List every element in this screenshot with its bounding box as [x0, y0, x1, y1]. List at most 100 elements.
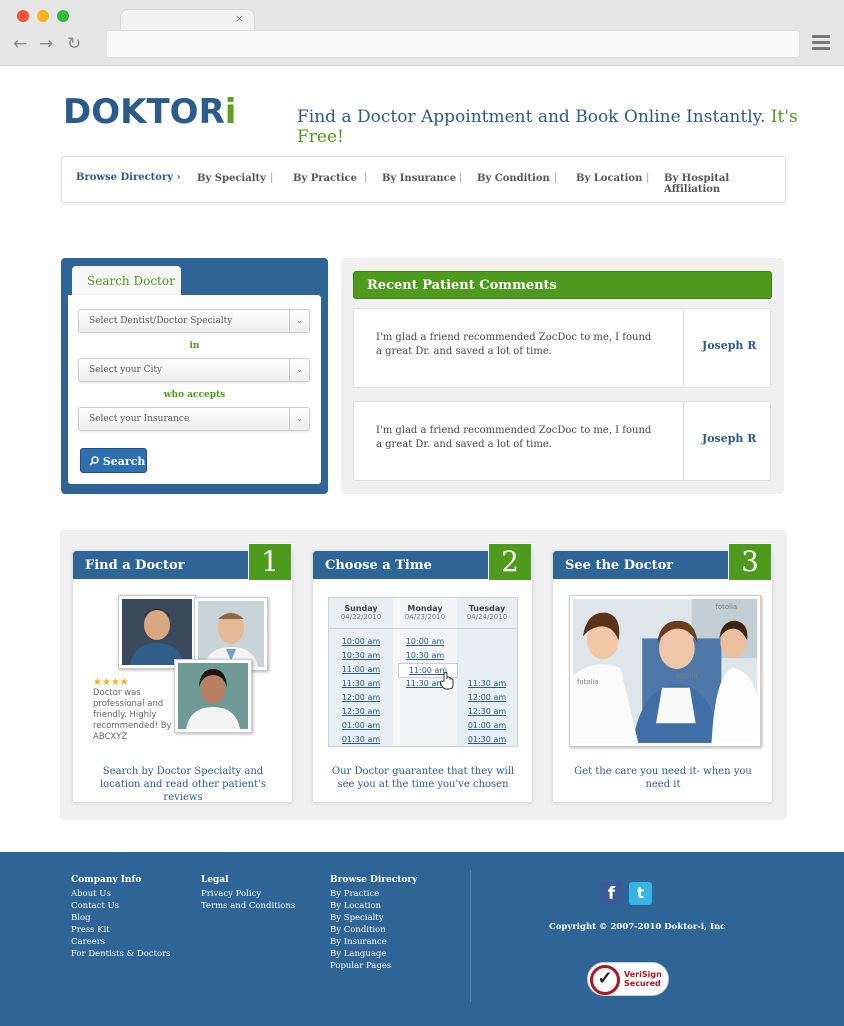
calendar-day: Sunday: [344, 604, 378, 613]
svg-text:fotolia: fotolia: [715, 603, 737, 611]
footer-heading: Legal: [201, 875, 229, 885]
time-slot[interactable]: 01:00 am: [462, 721, 512, 730]
tab-close-icon[interactable]: ×: [235, 12, 244, 25]
back-icon[interactable]: ←: [13, 34, 27, 54]
time-slot[interactable]: 10:30 am: [400, 651, 450, 660]
recent-comments-panel: Recent Patient Comments I'm glad a frien…: [341, 258, 784, 494]
nav-by-condition[interactable]: By Condition: [477, 173, 550, 184]
review-snippet: ★★★★ Doctor was professional and friendl…: [93, 677, 173, 743]
time-slot[interactable]: 11:30 am: [336, 679, 386, 688]
search-icon: [89, 456, 99, 466]
twitter-icon[interactable]: t: [629, 882, 652, 905]
in-label: in: [189, 341, 200, 351]
calendar-date: 04/23/2010: [404, 613, 446, 621]
footer-link-blog[interactable]: Blog: [71, 912, 171, 924]
nav-by-specialty[interactable]: By Specialty: [197, 173, 266, 184]
chevron-down-icon: ⌄: [289, 408, 309, 430]
forward-icon[interactable]: →: [39, 34, 53, 54]
browser-tab[interactable]: ×: [120, 9, 255, 31]
recent-comments-title: Recent Patient Comments: [353, 271, 772, 299]
footer-link-popular-pages[interactable]: Popular Pages: [330, 960, 417, 972]
search-doctor-tab[interactable]: Search Doctor: [72, 266, 181, 296]
nav-separator: |: [646, 172, 650, 183]
step-caption: Search by Doctor Specialty and location …: [99, 766, 267, 803]
divider: [683, 309, 684, 387]
time-slot[interactable]: 10:00 am: [400, 637, 450, 646]
nav-browse-directory[interactable]: Browse Directory ›: [76, 172, 181, 183]
nav-by-location[interactable]: By Location: [576, 173, 642, 184]
how-it-works-section: Find a Doctor 1 ★★★★ Doctor was professi…: [60, 530, 787, 820]
step-number: 3: [728, 543, 772, 581]
close-window-button[interactable]: [17, 10, 29, 22]
comment-item: I'm glad a friend recommended ZocDoc to …: [353, 401, 771, 481]
search-button[interactable]: Search: [80, 448, 147, 473]
nav-by-practice[interactable]: By Practice: [293, 173, 357, 184]
specialty-select[interactable]: Select Dentist/Doctor Specialty ⌄: [78, 309, 310, 333]
calendar-day: Tuesday: [468, 604, 506, 613]
time-slot[interactable]: 12:30 am: [462, 707, 512, 716]
comment-text: I'm glad a friend recommended ZocDoc to …: [376, 332, 652, 357]
city-select[interactable]: Select your City ⌄: [78, 358, 310, 382]
doctor-photo: [174, 659, 252, 733]
footer-divider: [470, 870, 471, 1002]
time-slot[interactable]: 11:30 am: [462, 679, 512, 688]
time-slot[interactable]: 12:30 am: [336, 707, 386, 716]
time-slot[interactable]: 01:30 am: [336, 735, 386, 744]
address-bar[interactable]: [106, 30, 800, 58]
footer-link-careers[interactable]: Careers: [71, 936, 171, 948]
chevron-down-icon: ⌄: [289, 359, 309, 381]
search-form: Select Dentist/Doctor Specialty ⌄ in Sele…: [68, 295, 321, 484]
verisign-badge[interactable]: ✓ VeriSign Secured: [587, 962, 669, 996]
time-slot[interactable]: 12:00 am: [336, 693, 386, 702]
step-caption: Our Doctor guarantee that they will see …: [331, 766, 515, 790]
tagline: Find a Doctor Appointment and Book Onlin…: [297, 107, 798, 147]
footer: Company Info About Us Contact Us Blog Pr…: [0, 852, 844, 1026]
step-card-find-doctor: Find a Doctor 1 ★★★★ Doctor was professi…: [72, 543, 293, 803]
footer-link-contact[interactable]: Contact Us: [71, 900, 171, 912]
svg-text:fotolia: fotolia: [676, 672, 698, 680]
insurance-select[interactable]: Select your Insurance ⌄: [78, 407, 310, 431]
nav-by-hospital-affiliation[interactable]: By Hospital Affiliation: [664, 173, 785, 195]
maximize-window-button[interactable]: [57, 10, 69, 22]
step-card-choose-time: Choose a Time 2 Sunday 04/22/2010 10:00 …: [312, 543, 533, 803]
footer-link-privacy[interactable]: Privacy Policy: [201, 888, 295, 900]
who-accepts-label: who accepts: [163, 390, 226, 400]
footer-link-by-specialty[interactable]: By Specialty: [330, 912, 417, 924]
time-slot[interactable]: 01:00 am: [336, 721, 386, 730]
calendar-date: 04/24/2010: [466, 613, 508, 621]
footer-link-by-condition[interactable]: By Condition: [330, 924, 417, 936]
comment-text: I'm glad a friend recommended ZocDoc to …: [376, 425, 652, 450]
reload-icon[interactable]: ↻: [67, 34, 81, 54]
footer-link-press-kit[interactable]: Press Kit: [71, 924, 171, 936]
step-caption: Get the care you need it- when you need …: [574, 766, 752, 790]
footer-link-by-language[interactable]: By Language: [330, 948, 417, 960]
time-slot[interactable]: 11:00 am: [336, 665, 386, 674]
footer-link-terms[interactable]: Terms and Conditions: [201, 900, 295, 912]
minimize-window-button[interactable]: [37, 10, 49, 22]
facebook-icon[interactable]: f: [600, 882, 623, 905]
time-slot[interactable]: 10:00 am: [336, 637, 386, 646]
search-doctor-panel: Search Doctor Select Dentist/Doctor Spec…: [61, 258, 328, 494]
time-slot[interactable]: 10:30 am: [336, 651, 386, 660]
logo[interactable]: DOKTORi: [63, 92, 236, 132]
footer-link-by-location[interactable]: By Location: [330, 900, 417, 912]
comment-item: I'm glad a friend recommended ZocDoc to …: [353, 308, 771, 388]
nav-separator: |: [364, 172, 368, 183]
footer-link-by-insurance[interactable]: By Insurance: [330, 936, 417, 948]
chevron-down-icon: ⌄: [289, 310, 309, 332]
comment-author[interactable]: Joseph R: [702, 339, 756, 352]
appointment-calendar: Sunday 04/22/2010 10:00 am 10:30 am 11:0…: [328, 597, 518, 747]
footer-link-about[interactable]: About Us: [71, 888, 171, 900]
directory-nav: Browse Directory › By Specialty | By Pra…: [61, 156, 786, 203]
footer-heading: Company Info: [71, 875, 142, 885]
footer-link-for-doctors[interactable]: For Dentists & Doctors: [71, 948, 171, 960]
footer-link-by-practice[interactable]: By Practice: [330, 888, 417, 900]
footer-browse-column: Browse Directory By Practice By Location…: [330, 874, 417, 972]
time-slot[interactable]: 12:00 am: [462, 693, 512, 702]
browser-menu-icon[interactable]: [812, 35, 830, 51]
comment-author[interactable]: Joseph R: [702, 432, 756, 445]
dentist-photo: fotolia fotolia fotolia: [569, 595, 761, 747]
time-slot[interactable]: 01:30 am: [462, 735, 512, 744]
nav-by-insurance[interactable]: By Insurance: [382, 173, 456, 184]
step-number: 1: [248, 543, 292, 581]
